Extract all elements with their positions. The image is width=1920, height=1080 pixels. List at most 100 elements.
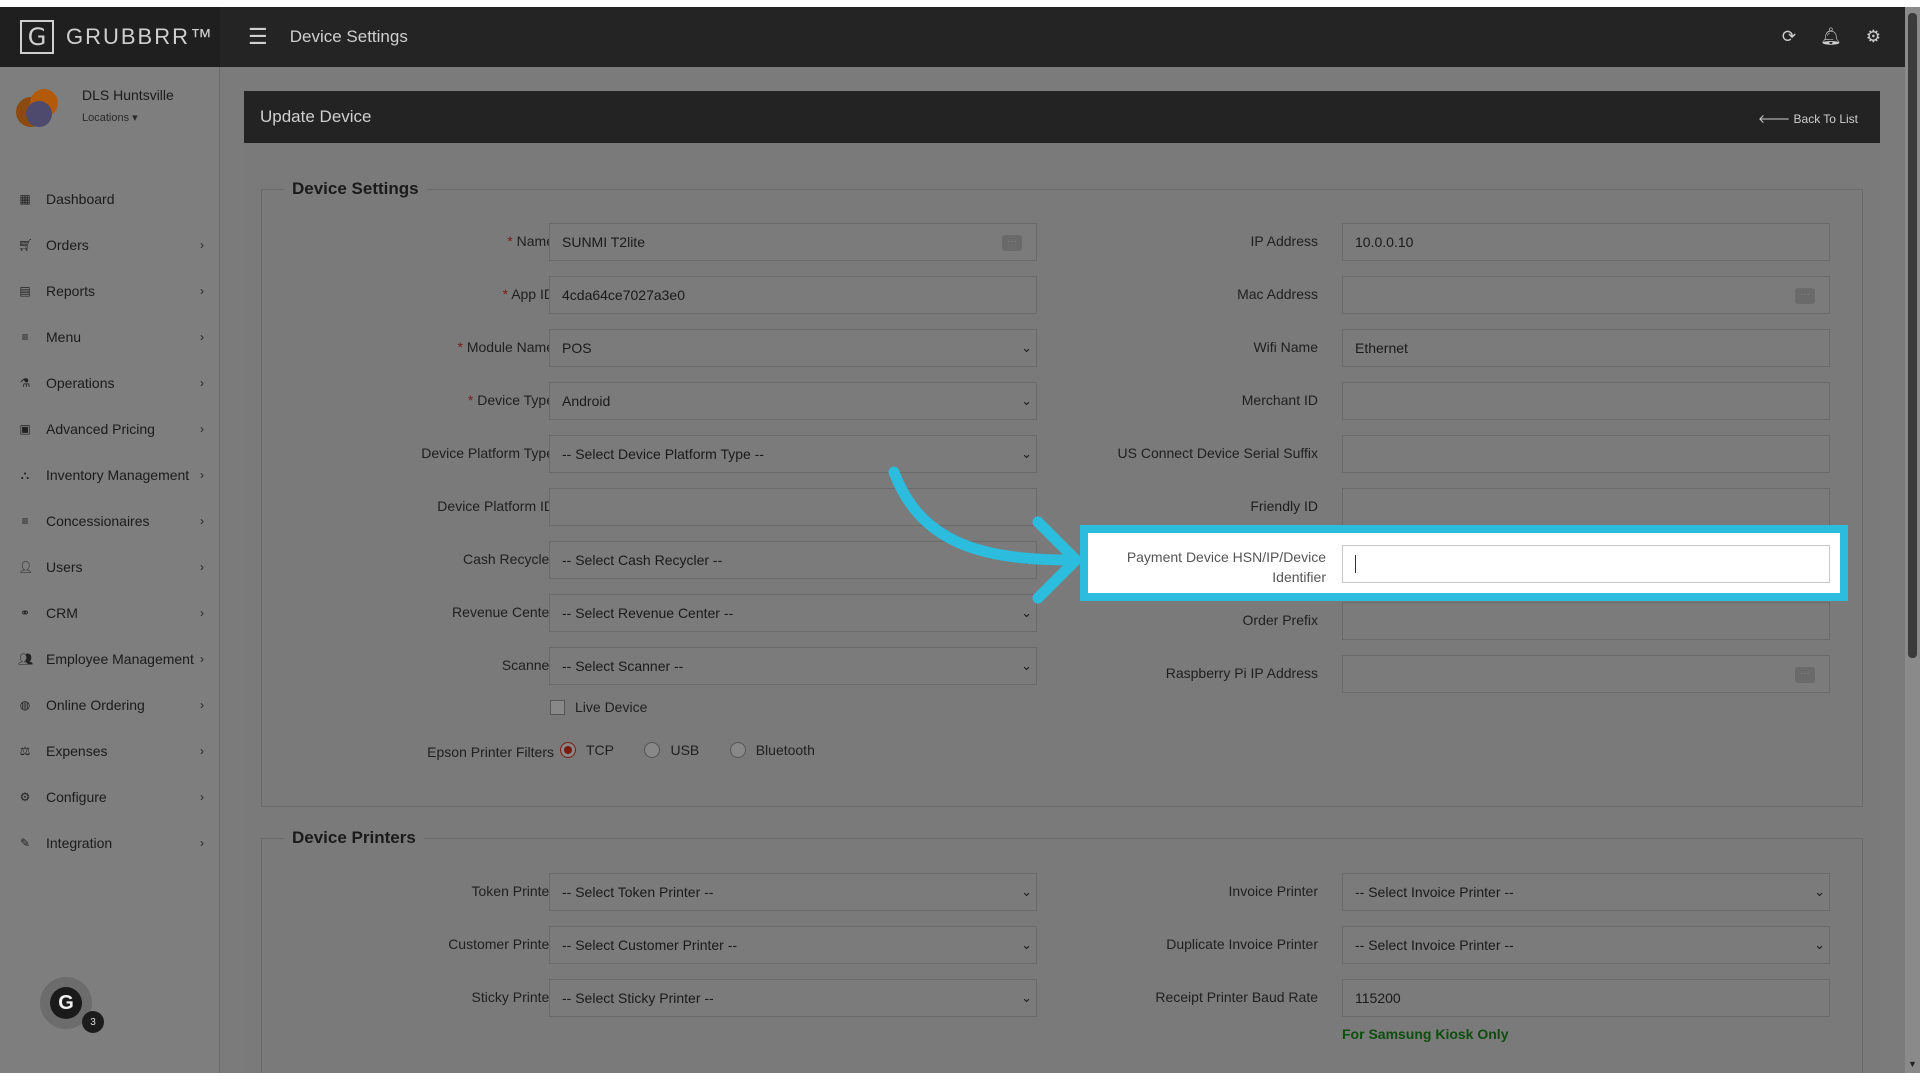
order-prefix-label: Order Prefix xyxy=(1242,612,1318,628)
customer-printer-select[interactable]: -- Select Customer Printer -- ⌄ xyxy=(549,926,1037,964)
top-bar: ☰ Device Settings ⟳ 🔔︎ ⚙ xyxy=(220,7,1905,67)
sidebar-item-inventory-management[interactable]: ⛬ Inventory Management › xyxy=(0,452,220,498)
back-to-list-link[interactable]: 🡐 Back To List xyxy=(1758,111,1858,126)
store-avatar xyxy=(16,87,66,131)
device-type-label: * Device Type xyxy=(467,392,554,408)
brand-name: GRUBBRR™ xyxy=(66,24,215,49)
cog-icon: ⚙ xyxy=(19,790,31,804)
device-type-select[interactable]: Android ⌄ xyxy=(549,382,1037,420)
ip-address-field[interactable]: 10.0.0.10 xyxy=(1342,223,1830,261)
mac-address-field[interactable]: ··· xyxy=(1342,276,1830,314)
payment-device-label: Payment Device HSN/IP/Device Identifier xyxy=(1126,549,1326,585)
list-icon: ≡ xyxy=(21,514,29,528)
app-id-field[interactable]: 4cda64ce7027a3e0 xyxy=(549,276,1037,314)
epson-printer-filters-label: Epson Printer Filters xyxy=(427,744,554,760)
chevron-right-icon: › xyxy=(200,284,204,298)
sidebar: DLS Huntsville Locations ▾ ▦ Dashboard 🛒︎ O… xyxy=(0,67,220,1073)
merchant-id-label: Merchant ID xyxy=(1241,392,1318,408)
friendly-id-field[interactable] xyxy=(1342,488,1830,526)
live-device-checkbox[interactable]: Live Device xyxy=(550,699,647,715)
order-prefix-field[interactable] xyxy=(1342,602,1830,640)
user-plus-icon: 👤︎ xyxy=(18,560,34,574)
sticky-printer-select[interactable]: -- Select Sticky Printer -- ⌄ xyxy=(549,979,1037,1017)
sidebar-item-advanced-pricing[interactable]: ▣ Advanced Pricing › xyxy=(0,406,220,452)
raspberry-pi-ip-field[interactable]: ··· xyxy=(1342,655,1830,693)
sidebar-item-label: CRM xyxy=(46,605,78,621)
page-scrollbar[interactable]: ▼ xyxy=(1905,7,1920,1073)
sidebar-item-label: Users xyxy=(46,559,83,575)
scroll-down-arrow-icon[interactable]: ▼ xyxy=(1908,1059,1917,1069)
device-settings-legend: Device Settings xyxy=(284,179,427,199)
merchant-id-field[interactable] xyxy=(1342,382,1830,420)
sidebar-item-employee-management[interactable]: 👥︎ Employee Management › xyxy=(0,636,220,682)
cart-icon: 🛒︎ xyxy=(18,238,34,252)
chevron-right-icon: › xyxy=(200,698,204,712)
token-printer-select[interactable]: -- Select Token Printer -- ⌄ xyxy=(549,873,1037,911)
chevron-right-icon: › xyxy=(200,468,204,482)
notification-count-badge: 3 xyxy=(82,1011,104,1033)
sidebar-item-label: Orders xyxy=(46,237,89,253)
hamburger-menu-icon[interactable]: ☰ xyxy=(248,24,268,50)
invoice-printer-select[interactable]: -- Select Invoice Printer -- ⌄ xyxy=(1342,873,1830,911)
sidebar-item-crm[interactable]: ⚭ CRM › xyxy=(0,590,220,636)
app-id-label: * App ID xyxy=(502,286,554,302)
sidebar-item-operations[interactable]: ⚗ Operations › xyxy=(0,360,220,406)
name-label: * Name xyxy=(507,233,554,249)
tutorial-arrow-icon xyxy=(888,466,1082,604)
radio-tcp[interactable]: TCP xyxy=(560,742,614,758)
payment-device-identifier-field[interactable] xyxy=(1342,545,1830,583)
radio-bluetooth[interactable]: Bluetooth xyxy=(729,742,815,758)
sidebar-item-dashboard[interactable]: ▦ Dashboard xyxy=(0,176,220,222)
duplicate-invoice-printer-select[interactable]: -- Select Invoice Printer -- ⌄ xyxy=(1342,926,1830,964)
sidebar-item-menu[interactable]: ≡ Menu › xyxy=(0,314,220,360)
grubbrr-help-badge[interactable]: G 3 xyxy=(40,977,104,1033)
bell-icon[interactable]: 🔔︎ xyxy=(1820,27,1842,47)
plug-icon: ✎ xyxy=(19,836,31,850)
device-platform-id-label: Device Platform ID xyxy=(437,498,554,514)
sidebar-item-label: Employee Management xyxy=(46,651,194,667)
revenue-center-label: Revenue Center xyxy=(452,604,554,620)
field-options-icon[interactable]: ··· xyxy=(1795,667,1815,683)
wifi-name-field[interactable]: Ethernet xyxy=(1342,329,1830,367)
sidebar-item-label: Dashboard xyxy=(46,191,115,207)
store-profile: DLS Huntsville Locations ▾ xyxy=(16,87,174,131)
module-name-select[interactable]: POS ⌄ xyxy=(549,329,1037,367)
chevron-right-icon: › xyxy=(200,514,204,528)
chevron-right-icon: › xyxy=(200,652,204,666)
sticky-printer-label: Sticky Printer xyxy=(471,989,554,1005)
sidebar-item-label: Concessionaires xyxy=(46,513,150,529)
gear-icon[interactable]: ⚙ xyxy=(1866,27,1881,47)
us-connect-serial-suffix-field[interactable] xyxy=(1342,435,1830,473)
scanner-label: Scanner xyxy=(501,657,554,673)
chevron-right-icon: › xyxy=(200,330,204,344)
module-name-label: * Module Name xyxy=(457,339,555,355)
checkbox-box[interactable] xyxy=(550,699,565,715)
device-printers-legend: Device Printers xyxy=(284,828,424,848)
sidebar-item-label: Expenses xyxy=(46,743,108,759)
sidebar-item-expenses[interactable]: ⚖ Expenses › xyxy=(0,728,220,774)
field-options-icon[interactable]: ··· xyxy=(1795,288,1815,304)
ip-address-label: IP Address xyxy=(1250,233,1318,249)
scrollbar-thumb[interactable] xyxy=(1908,13,1917,658)
sidebar-item-users[interactable]: 👤︎ Users › xyxy=(0,544,220,590)
refresh-icon[interactable]: ⟳ xyxy=(1782,27,1796,47)
grubbrr-logo-icon: G xyxy=(20,20,54,54)
panel-header: Update Device 🡐 Back To List xyxy=(244,91,1880,143)
scanner-select[interactable]: -- Select Scanner -- ⌄ xyxy=(549,647,1037,685)
radio-usb[interactable]: USB xyxy=(644,742,699,758)
name-field[interactable]: SUNMI T2lite ··· xyxy=(549,223,1037,261)
sidebar-item-label: Advanced Pricing xyxy=(46,421,155,437)
sidebar-item-label: Reports xyxy=(46,283,96,299)
sidebar-item-reports[interactable]: ▤ Reports › xyxy=(0,268,220,314)
sidebar-item-integration[interactable]: ✎ Integration › xyxy=(0,820,220,866)
chevron-right-icon: › xyxy=(200,238,204,252)
brand-logo[interactable]: G GRUBBRR™ xyxy=(0,7,220,67)
receipt-baud-rate-field[interactable]: 115200 xyxy=(1342,979,1830,1017)
sidebar-item-online-ordering[interactable]: ◍ Online Ordering › xyxy=(0,682,220,728)
money-icon: ▣ xyxy=(19,422,31,436)
locations-dropdown[interactable]: Locations ▾ xyxy=(82,111,174,124)
sidebar-item-configure[interactable]: ⚙ Configure › xyxy=(0,774,220,820)
receipt-baud-rate-label: Receipt Printer Baud Rate xyxy=(1155,989,1318,1005)
sidebar-item-concessionaires[interactable]: ≡ Concessionaires › xyxy=(0,498,220,544)
sidebar-item-orders[interactable]: 🛒︎ Orders › xyxy=(0,222,220,268)
